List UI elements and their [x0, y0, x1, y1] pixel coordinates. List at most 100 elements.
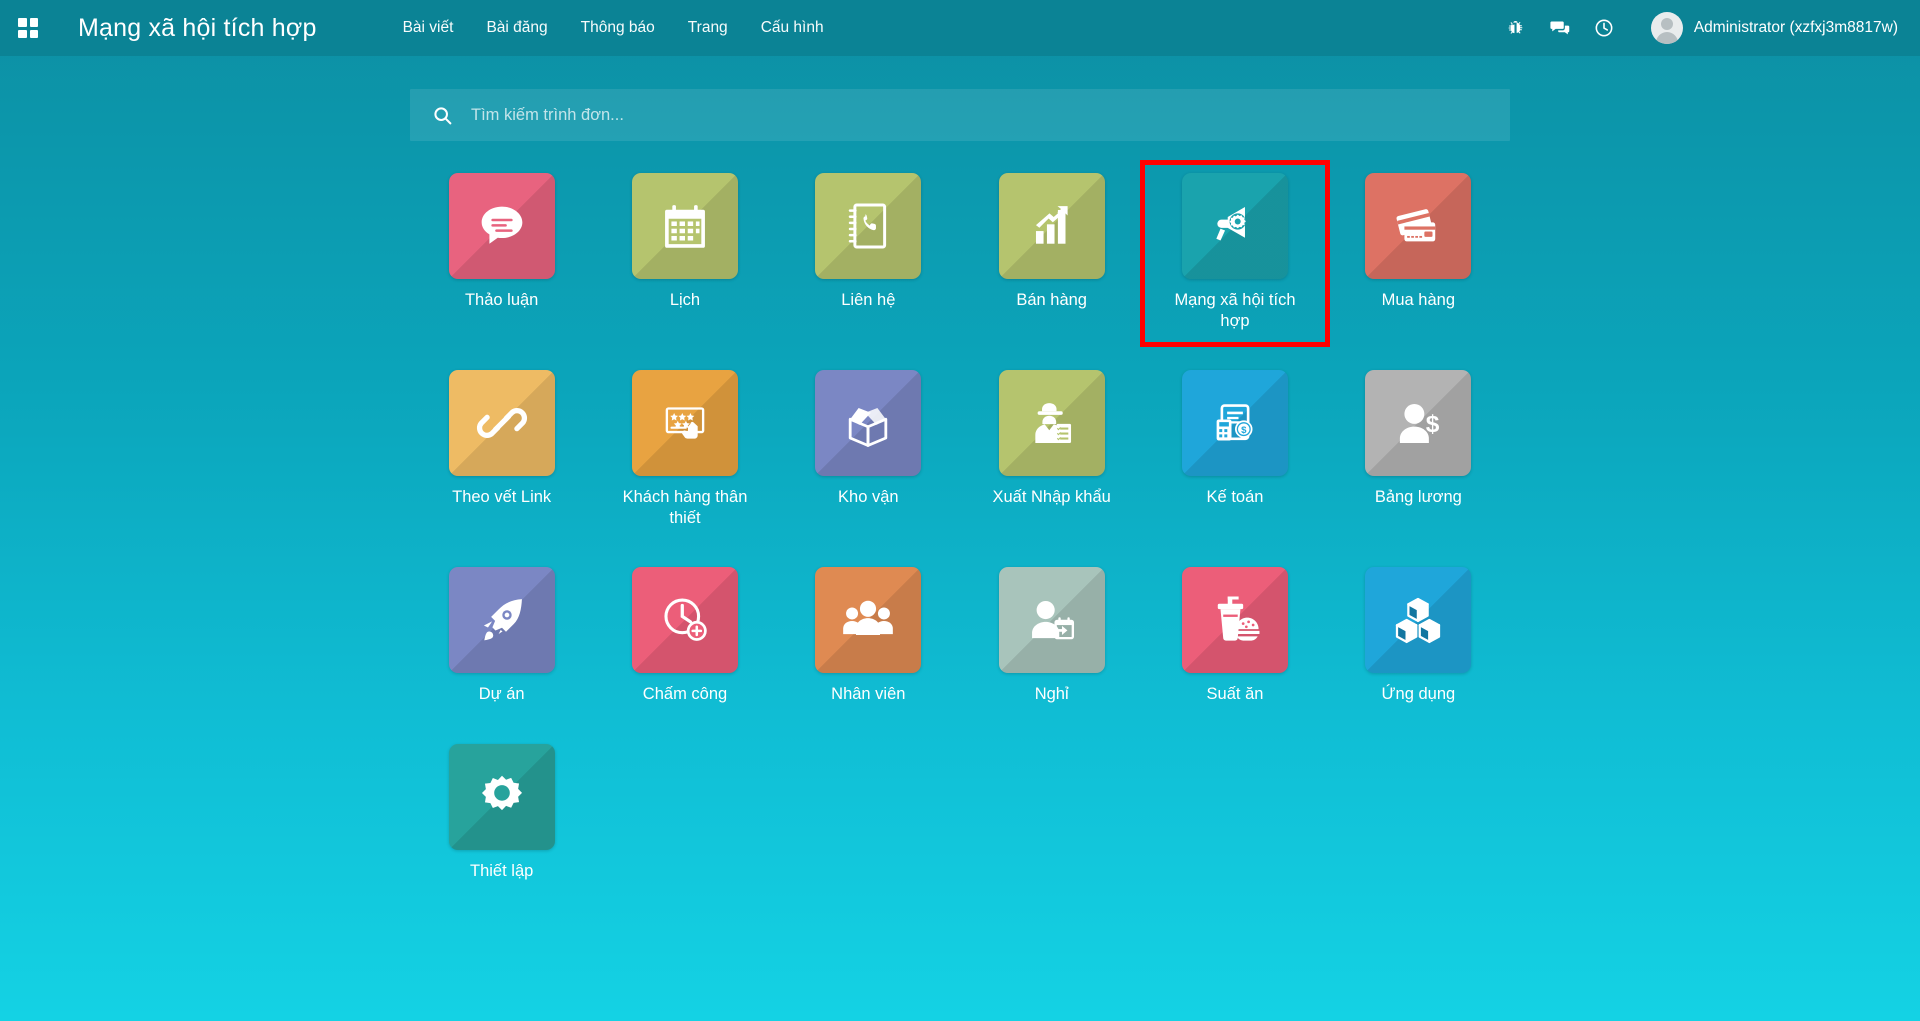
person-leave-icon: [1031, 601, 1074, 640]
app-label: Thảo luận: [464, 291, 539, 309]
avatar: [1650, 12, 1683, 44]
invoice-calculator-icon: $: [1216, 404, 1253, 441]
app-tile-lich[interactable]: Lịch: [593, 163, 776, 344]
bug-icon[interactable]: [1505, 17, 1527, 39]
top-bar-actions: Administrator (xzfxj3m8817w): [1505, 12, 1920, 44]
tile-background: $: [1365, 370, 1472, 477]
tile-background: [815, 567, 922, 674]
app-tile-suat-an[interactable]: Suất ăn: [1143, 557, 1326, 717]
customs-officer-icon: [1034, 403, 1071, 444]
app-tile-nghi[interactable]: Nghỉ: [960, 557, 1143, 717]
tile-background: [631, 173, 738, 279]
svg-text:$: $: [1426, 411, 1440, 438]
search-input[interactable]: [471, 105, 1488, 125]
tile-background: [815, 370, 922, 477]
search-section: [0, 89, 1920, 141]
app-tile-cham-cong[interactable]: Chấm công: [593, 557, 776, 717]
open-box-icon: [849, 408, 888, 448]
user-menu[interactable]: Administrator (xzfxj3m8817w): [1650, 12, 1898, 44]
food-drink-icon: [1217, 596, 1260, 642]
app-tile-kho-van[interactable]: Kho vận: [777, 360, 960, 541]
app-label: Kế toán: [1206, 488, 1264, 507]
tile-background: [815, 173, 922, 279]
app-tile-nhan-vien[interactable]: Nhân viên: [777, 557, 960, 717]
clock-icon[interactable]: [1593, 17, 1615, 39]
nav-item-thong-bao[interactable]: Thông báo: [581, 19, 655, 37]
app-label: Khách hàng thân thiết: [622, 488, 748, 528]
chat-bubble-icon: [481, 206, 522, 244]
app-label: Liên hệ: [841, 291, 896, 309]
app-label: Ứng dụng: [1381, 685, 1456, 704]
gear-icon: [481, 775, 522, 810]
app-label: Chấm công: [642, 685, 728, 704]
top-navigation-bar: Mạng xã hội tích hợp Bài viết Bài đăng T…: [0, 0, 1920, 56]
nav-item-bai-viet[interactable]: Bài viết: [403, 19, 454, 37]
app-label: Lịch: [669, 291, 701, 309]
app-tile-ke-toan[interactable]: $ Kế toán: [1143, 360, 1326, 541]
nav-item-trang[interactable]: Trang: [688, 19, 728, 37]
app-tile-mua-hang[interactable]: Mua hàng: [1327, 163, 1510, 344]
app-label: Nhân viên: [831, 685, 906, 704]
app-tile-mang-xa-hoi-tich-hop[interactable]: Mạng xã hội tích hợp: [1140, 159, 1330, 348]
phone-book-icon: [849, 203, 887, 249]
tile-background: [448, 567, 555, 674]
page-title: Mạng xã hội tích hợp: [78, 13, 317, 42]
app-tile-xuat-nhap-khau[interactable]: Xuất Nhập khẩu: [960, 360, 1143, 541]
cubes-icon: [1396, 598, 1441, 644]
search-bar[interactable]: [410, 89, 1510, 141]
app-tile-khach-hang-than-thiet[interactable]: Khách hàng thân thiết: [593, 360, 776, 541]
nav-item-bai-dang[interactable]: Bài đăng: [486, 19, 547, 37]
app-tile-theo-vet-link[interactable]: Theo vết Link: [410, 360, 593, 541]
app-label: Bảng lương: [1374, 488, 1462, 507]
svg-text:$: $: [1241, 425, 1247, 436]
app-label: Xuất Nhập khẩu: [992, 488, 1111, 507]
main-nav: Bài viết Bài đăng Thông báo Trang Cấu hì…: [403, 19, 824, 37]
search-icon: [432, 105, 453, 126]
app-label: Nghỉ: [1034, 685, 1069, 704]
app-tile-lien-he[interactable]: Liên hệ: [777, 163, 960, 344]
chat-icon[interactable]: [1549, 17, 1571, 39]
tile-background: $: [1181, 370, 1288, 477]
tile-background: [448, 370, 555, 477]
grid-icon: [18, 18, 38, 38]
tile-background: [1365, 173, 1472, 279]
tile-background: [631, 567, 738, 674]
people-group-icon: [843, 601, 894, 636]
rocket-icon: [483, 599, 522, 641]
app-label: Dự án: [478, 685, 525, 704]
user-name: Administrator (xzfxj3m8817w): [1693, 19, 1898, 36]
apps-menu-button[interactable]: [0, 0, 56, 56]
app-label: Mạng xã hội tích hợp: [1174, 291, 1296, 331]
tile-background: [448, 173, 555, 279]
person-dollar-icon: $: [1400, 404, 1440, 444]
megaphone-gear-icon: [1216, 206, 1246, 241]
nav-item-cau-hinh[interactable]: Cấu hình: [761, 19, 824, 37]
calendar-icon: [665, 205, 705, 248]
credit-cards-icon: [1396, 209, 1436, 242]
app-label: Bán hàng: [1016, 291, 1087, 309]
tile-background: [998, 567, 1105, 674]
app-label: Theo vết Link: [452, 488, 552, 507]
app-tile-thiet-lap[interactable]: Thiết lập: [410, 734, 593, 894]
tile-background: [998, 370, 1105, 477]
tile-background: [1365, 567, 1472, 674]
app-tile-bang-luong[interactable]: $ Bảng lương: [1327, 360, 1510, 541]
app-tile-ung-dung[interactable]: Ứng dụng: [1327, 557, 1510, 717]
app-label: Kho vận: [838, 488, 899, 507]
app-tile-ban-hang[interactable]: Bán hàng: [960, 163, 1143, 344]
loyalty-card-icon: [665, 407, 705, 439]
app-label: Thiết lập: [470, 861, 534, 880]
app-grid: Thảo luận Lịch Liên hệ Bán hàng Mạng xã …: [410, 159, 1510, 894]
tile-background: [631, 370, 738, 477]
app-tile-thao-luan[interactable]: Thảo luận: [410, 163, 593, 344]
link-chain-icon: [476, 408, 527, 439]
tile-background: [998, 173, 1105, 279]
clock-plus-icon: [664, 598, 707, 642]
tile-background: [448, 743, 555, 850]
tile-background: [1181, 567, 1288, 674]
app-label: Suất ăn: [1206, 685, 1264, 704]
bar-chart-arrow-icon: [1035, 206, 1068, 244]
app-tile-du-an[interactable]: Dự án: [410, 557, 593, 717]
app-label: Mua hàng: [1381, 291, 1456, 309]
tile-background: [1181, 173, 1288, 279]
